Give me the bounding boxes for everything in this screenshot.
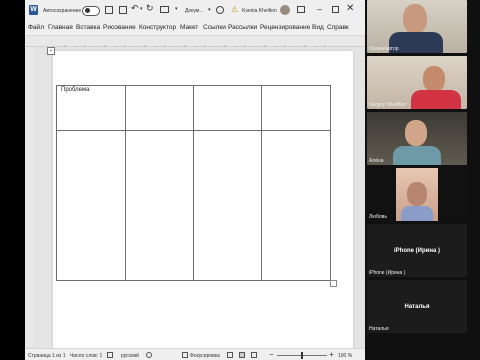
word-window: W Автосохранение ↶ ▾ ↻ ▾ Докум... ▾ ⚠ Ks…	[25, 0, 365, 360]
print-layout-icon[interactable]	[239, 352, 245, 358]
search-icon[interactable]	[216, 6, 224, 14]
undo-icon[interactable]: ↶	[131, 3, 139, 14]
table-cell[interactable]	[261, 85, 331, 131]
table-cell[interactable]	[193, 85, 262, 131]
vertical-ruler[interactable]	[25, 47, 33, 347]
zoom-in-icon[interactable]: +	[329, 350, 334, 359]
document-name-chevron-icon[interactable]: ▾	[208, 7, 211, 13]
participant-name: iPhone (Ирина )	[369, 270, 406, 276]
word-count[interactable]: Число слов: 1	[70, 353, 102, 359]
tab-home[interactable]: Главная	[48, 24, 73, 31]
participant-name: Sergey Sheriftan	[369, 102, 407, 108]
user-name[interactable]: Ksenia Kheilton	[242, 8, 277, 14]
zoom-out-icon[interactable]: −	[269, 350, 274, 359]
document-name[interactable]: Докум...	[185, 8, 204, 14]
participant-display-name: iPhone (Ирина )	[394, 248, 440, 254]
horizontal-ruler[interactable]	[25, 36, 365, 48]
ribbon-tabs: Файл Главная Вставка Рисование Конструкт…	[25, 21, 365, 36]
table-cell[interactable]	[125, 130, 194, 281]
read-mode-icon[interactable]	[227, 352, 233, 358]
table-move-handle-icon[interactable]: +	[47, 47, 55, 55]
table-resize-handle[interactable]	[330, 280, 337, 287]
mail-icon[interactable]	[160, 6, 169, 13]
participant-avatar	[403, 4, 427, 34]
focus-icon[interactable]	[182, 352, 188, 358]
participant-tile[interactable]: iPhone (Ирина ) iPhone (Ирина )	[367, 224, 467, 277]
participant-tile[interactable]: Наталья Наталья	[367, 280, 467, 333]
status-bar: Страница 1 из 1 Число слов: 1 русский Фо…	[25, 348, 365, 360]
focus-mode-label[interactable]: Фокусировка	[190, 353, 220, 359]
tab-design[interactable]: Конструктор	[139, 24, 176, 31]
zoom-slider[interactable]	[277, 352, 327, 359]
document-page[interactable]: + Проблема	[47, 47, 353, 348]
participant-name: Любовь	[369, 214, 387, 220]
quick-access-more-icon[interactable]: ▾	[175, 6, 178, 12]
close-icon[interactable]: ✕	[346, 3, 354, 14]
participant-tile[interactable]: Любовь	[367, 168, 467, 221]
zoom-level[interactable]: 100 %	[338, 353, 352, 359]
web-layout-icon[interactable]	[251, 352, 257, 358]
participant-avatar	[407, 182, 427, 206]
participant-display-name: Наталья	[404, 304, 430, 310]
user-avatar[interactable]	[280, 5, 290, 15]
page-count[interactable]: Страница 1 из 1	[28, 353, 65, 359]
tab-mailings[interactable]: Рассылки	[228, 24, 257, 31]
participant-tile[interactable]: Sergey Sheriftan	[367, 56, 467, 109]
participant-avatar	[405, 120, 427, 146]
table-cell-text: Проблема	[61, 87, 90, 93]
participant-video	[396, 168, 438, 221]
tab-draw[interactable]: Рисование	[103, 24, 136, 31]
undo-dropdown-icon[interactable]: ▾	[140, 6, 143, 12]
proofing-icon[interactable]	[107, 352, 113, 358]
participant-avatar	[423, 66, 445, 92]
table-cell[interactable]	[125, 85, 194, 131]
language[interactable]: русский	[121, 353, 139, 359]
print-icon[interactable]	[119, 6, 127, 14]
tab-insert[interactable]: Вставка	[76, 24, 100, 31]
word-logo-icon: W	[29, 5, 38, 15]
participants-panel: Организатор Sergey Sheriftan Алёна Любов…	[365, 0, 480, 360]
autosave-label: Автосохранение	[43, 8, 82, 14]
redo-icon[interactable]: ↻	[146, 3, 154, 14]
table-cell[interactable]	[193, 130, 262, 281]
participant-body	[393, 146, 441, 165]
tab-file[interactable]: Файл	[28, 24, 44, 31]
participant-tile[interactable]: Алёна	[367, 112, 467, 165]
table-cell[interactable]	[261, 130, 331, 281]
participant-tile[interactable]: Организатор	[367, 0, 467, 53]
autosave-toggle[interactable]	[82, 6, 100, 16]
title-bar: W Автосохранение ↶ ▾ ↻ ▾ Докум... ▾ ⚠ Ks…	[25, 0, 365, 21]
tab-layout[interactable]: Макет	[180, 24, 198, 31]
accessibility-icon[interactable]	[146, 352, 152, 358]
tab-help[interactable]: Справк	[327, 24, 349, 31]
warning-icon[interactable]: ⚠	[231, 5, 238, 14]
tab-view[interactable]: Вид	[312, 24, 324, 31]
minimize-icon[interactable]: –	[317, 4, 322, 14]
save-icon[interactable]	[105, 6, 113, 14]
ribbon-display-icon[interactable]	[297, 6, 305, 13]
participant-body	[401, 206, 433, 221]
tab-references[interactable]: Ссылки	[203, 24, 226, 31]
table-cell[interactable]	[56, 130, 126, 281]
participant-name: Алёна	[369, 158, 384, 164]
table-cell[interactable]: Проблема	[56, 85, 126, 131]
zoom-slider-thumb[interactable]	[301, 352, 303, 359]
maximize-icon[interactable]	[332, 6, 339, 13]
tab-review[interactable]: Рецензирование	[260, 24, 310, 31]
participant-body	[411, 90, 461, 109]
participant-name: Наталья	[369, 326, 389, 332]
participant-name: Организатор	[369, 46, 399, 52]
